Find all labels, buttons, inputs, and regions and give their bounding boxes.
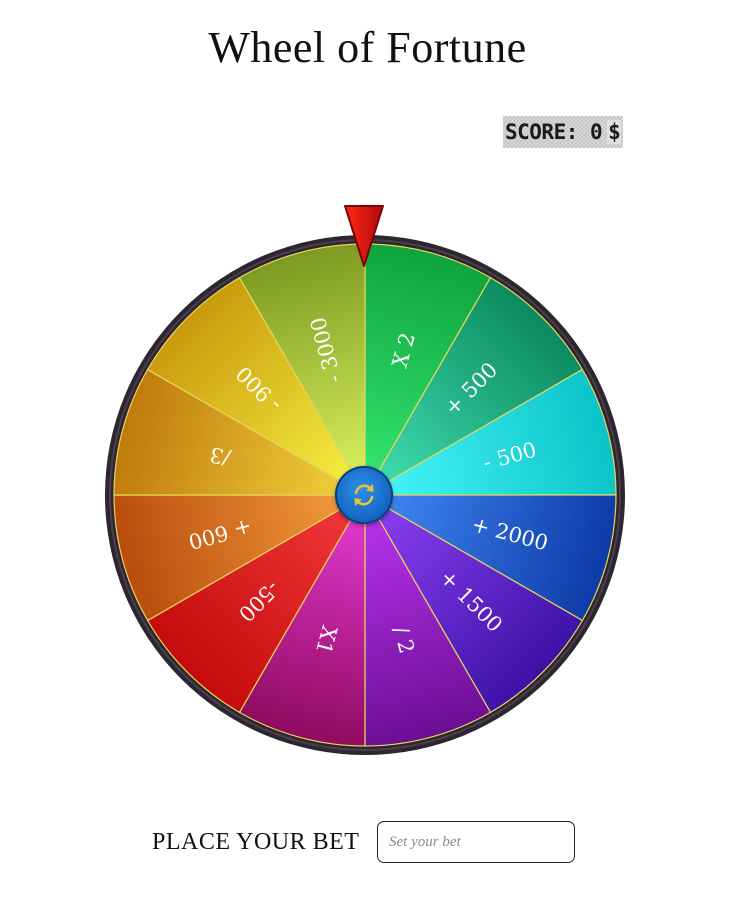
wheel-pointer xyxy=(344,205,384,267)
bet-row: PLACE YOUR BET xyxy=(0,820,735,866)
score-label: SCORE: 0 xyxy=(505,120,603,144)
score-currency: $ xyxy=(607,120,622,144)
bet-input[interactable] xyxy=(377,821,575,863)
refresh-icon xyxy=(354,484,374,506)
score-display: SCORE: 0 $ xyxy=(503,116,623,148)
spin-button[interactable] xyxy=(335,466,393,524)
bet-label: PLACE YOUR BET xyxy=(152,829,360,855)
page-title: Wheel of Fortune xyxy=(208,23,527,72)
